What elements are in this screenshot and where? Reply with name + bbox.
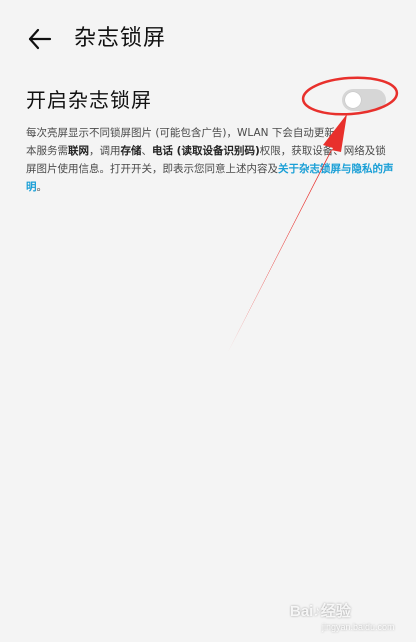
desc-text-e: 、 <box>141 145 153 157</box>
back-arrow-icon[interactable] <box>26 25 54 53</box>
watermark-brand: Bai♪经验 <box>290 603 351 620</box>
app-bar: 杂志锁屏 <box>0 0 416 78</box>
setting-label: 开启杂志锁屏 <box>26 88 152 112</box>
desc-text-end: 。 <box>36 181 48 193</box>
page-title: 杂志锁屏 <box>74 26 167 51</box>
desc-text-c: ，调用 <box>89 145 121 157</box>
baidu-jingyan-watermark: Bai♪经验 jingyan.baidu.com <box>286 598 406 638</box>
description-text: 每次亮屏显示不同锁屏图片 (可能包含广告)，WLAN 下会自动更新。 本服务需联… <box>26 124 396 196</box>
desc-text-a: 本服务需 <box>26 145 68 157</box>
desc-permission-network: 联网 <box>68 145 89 157</box>
watermark-url: jingyan.baidu.com <box>322 622 395 632</box>
desc-permission-phone: 电话 (读取设备识别码) <box>152 145 260 157</box>
magazine-lockscreen-toggle[interactable] <box>342 89 386 111</box>
description-paragraph-2: 本服务需联网，调用存储、电话 (读取设备识别码)权限，获取设备、网络及锁屏图片使… <box>26 142 396 196</box>
toggle-knob <box>345 92 361 108</box>
magazine-lockscreen-setting-row[interactable]: 开启杂志锁屏 <box>0 80 416 120</box>
desc-permission-storage: 存储 <box>120 145 142 157</box>
description-line-1: 每次亮屏显示不同锁屏图片 (可能包含广告)，WLAN 下会自动更新。 <box>26 127 346 139</box>
